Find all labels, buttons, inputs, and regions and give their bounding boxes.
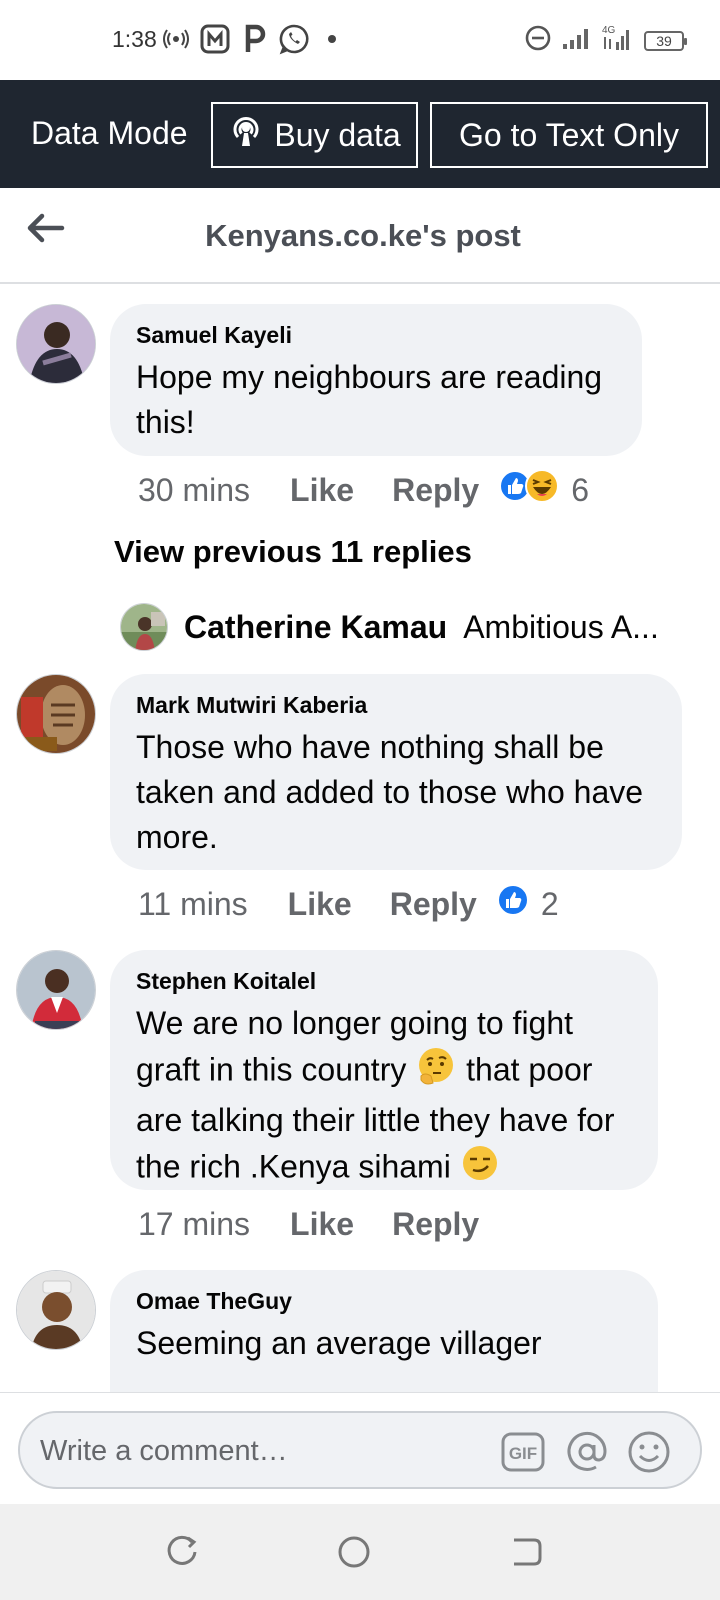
gif-label: GIF [509,1444,537,1463]
comment-input[interactable] [40,1431,480,1471]
comment-bubble: Stephen Koitalel We are no longer going … [110,950,658,1190]
comment-actions: 11 mins Like Reply 2 [138,882,559,926]
comment-author[interactable]: Samuel Kayeli [136,322,616,349]
haha-reaction-icon [525,469,560,511]
whatsapp-icon [278,22,310,56]
app-notification-icon [200,22,230,56]
reply-preview[interactable]: Catherine Kamau Ambitious A... [120,602,659,652]
comment-time[interactable]: 30 mins [138,472,250,509]
reaction-count: 6 [571,471,590,508]
avatar[interactable] [16,674,96,754]
page-title: Kenyans.co.ke's post [205,218,521,253]
comment-text: Those who have nothing shall be taken an… [136,729,644,855]
comment-author[interactable]: Omae TheGuy [136,1288,632,1315]
reactions-summary[interactable]: 2 [496,884,559,924]
view-previous-replies-link[interactable]: View previous 11 replies [114,534,472,570]
comment-bubble: Omae TheGuy Seeming an average villager [110,1270,658,1392]
status-right: 4G 39 [524,24,687,57]
signal-4g-icon: 4G [602,24,634,57]
comment-actions: 17 mins Like Reply [138,1202,479,1246]
reply-preview-snippet: Ambitious A... [463,608,659,645]
smiley-icon[interactable] [626,1429,672,1475]
recent-apps-icon[interactable] [164,1534,200,1570]
more-notifications-icon [327,22,337,56]
text-only-button[interactable]: Go to Text Only [430,102,708,168]
dnd-icon [524,24,552,57]
comment-bubble: Samuel Kayeli Hope my neighbours are rea… [110,304,642,456]
avatar [120,603,168,651]
back-nav-icon[interactable] [508,1534,544,1570]
comment-time[interactable]: 11 mins [138,886,248,923]
comment-author[interactable]: Mark Mutwiri Kaberia [136,692,656,719]
thinking-face-icon [415,1046,457,1098]
avatar[interactable] [16,1270,96,1350]
at-sign-icon[interactable] [564,1429,610,1475]
text-only-label: Go to Text Only [459,116,679,153]
reaction-count: 2 [540,885,559,922]
like-button[interactable]: Like [290,472,354,509]
like-button[interactable]: Like [288,886,352,923]
gif-icon[interactable]: GIF [500,1429,546,1475]
reply-preview-author: Catherine Kamau [184,608,448,645]
composer-box: GIF [18,1411,702,1489]
comments-list: Samuel Kayeli Hope my neighbours are rea… [0,284,720,1392]
avatar[interactable] [16,304,96,384]
status-time: 1:38 [112,26,157,52]
comment-author[interactable]: Stephen Koitalel [136,968,632,995]
reply-button[interactable]: Reply [392,472,479,509]
battery-icon: 39 [644,30,687,51]
system-nav-bar [0,1504,720,1600]
data-mode-bar: Data Mode Buy data Go to Text Only [0,80,720,188]
like-button[interactable]: Like [290,1206,354,1243]
podcast-broadcast-icon [228,113,264,157]
post-header: Kenyans.co.ke's post [0,188,720,284]
signal-icon [562,26,592,55]
smirking-face-icon [460,1143,500,1195]
hotspot-icon [162,22,190,56]
comment-text: Hope my neighbours are reading this! [136,359,603,440]
buy-data-label: Buy data [274,116,401,153]
reply-button[interactable]: Reply [390,886,477,923]
home-icon[interactable] [336,1534,372,1570]
reactions-summary[interactable]: 6 [499,469,589,511]
buy-data-button[interactable]: Buy data [211,102,418,168]
data-mode-label: Data Mode [31,115,188,151]
comment-time[interactable]: 17 mins [138,1206,250,1243]
comment-actions: 30 mins Like Reply 6 [138,468,589,512]
like-reaction-icon [496,884,529,924]
comment-composer: GIF [0,1392,720,1504]
svg-text:4G: 4G [602,25,616,36]
status-bar: 1:38 4G 39 [0,0,720,80]
p-notification-icon [243,22,267,56]
reply-button[interactable]: Reply [392,1206,479,1243]
avatar[interactable] [16,950,96,1030]
comment-text: Seeming an average villager [136,1325,542,1361]
comment-text: We are no longer going to fight graft in… [136,1001,632,1195]
comment-bubble: Mark Mutwiri Kaberia Those who have noth… [110,674,682,870]
